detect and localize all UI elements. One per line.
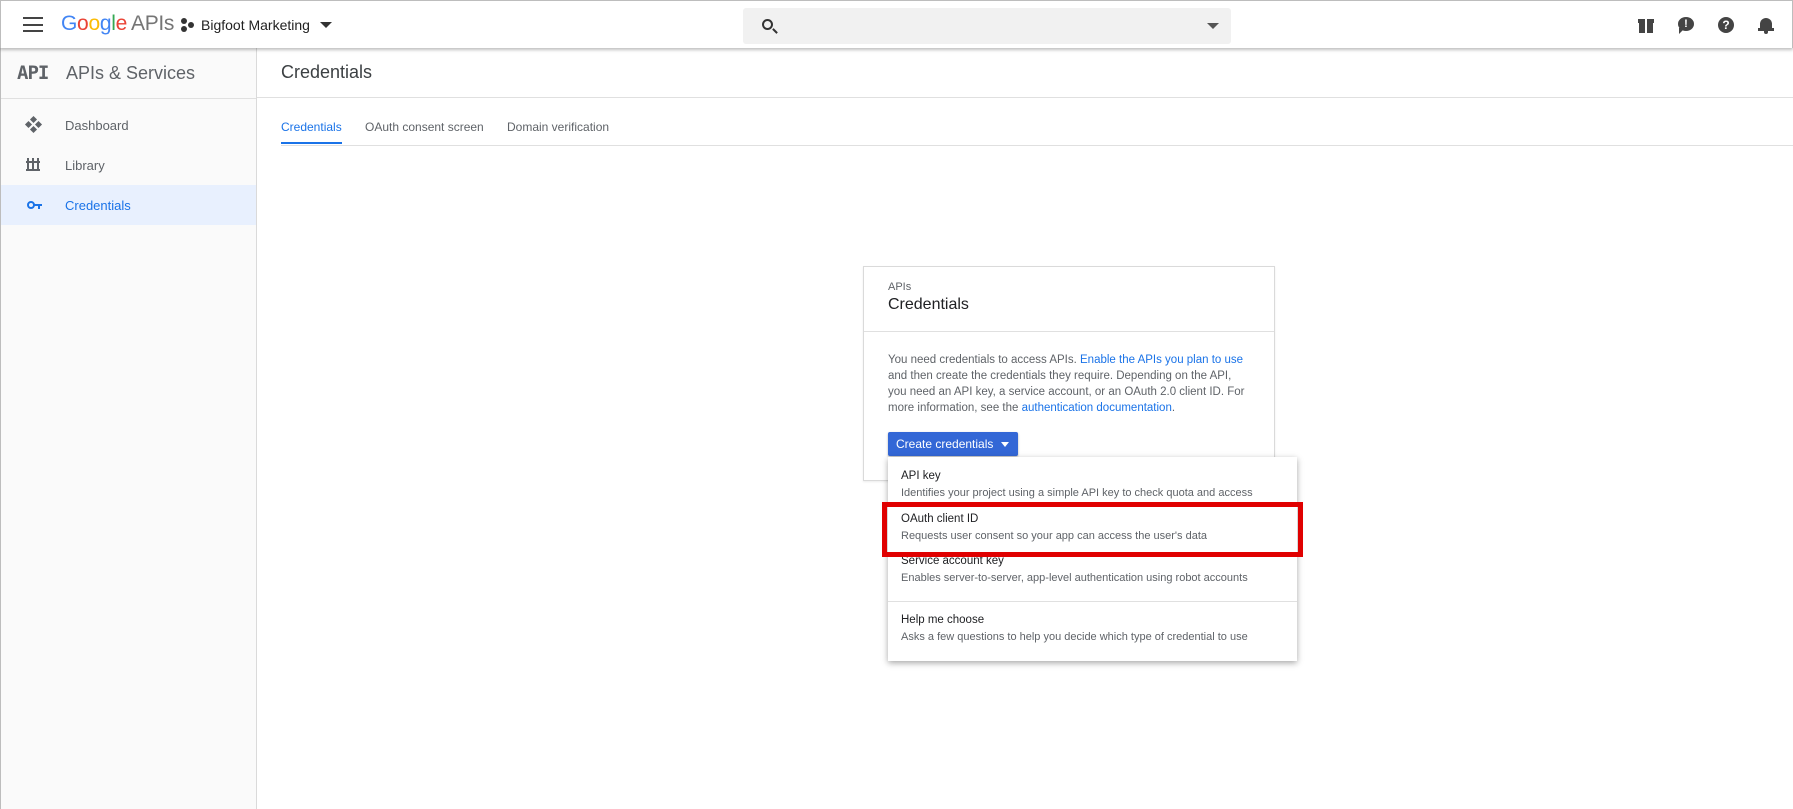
card-description: You need credentials to access APIs. Ena… [864, 332, 1274, 416]
search-input[interactable] [787, 16, 1177, 36]
key-icon [26, 197, 42, 213]
card-text: . [1171, 402, 1176, 414]
left-sidebar: API APIs & Services Dashboard Library Cr… [0, 48, 257, 809]
sidebar-header: API APIs & Services [1, 48, 256, 99]
tab-credentials[interactable]: Credentials [281, 120, 342, 144]
card-title: Credentials [888, 296, 969, 313]
bell-icon[interactable] [1757, 16, 1775, 34]
menu-item-description: Requests user consent so your app can ac… [901, 530, 1207, 542]
page-header: Credentials [257, 48, 1793, 98]
create-credentials-button[interactable]: Create credentials [888, 432, 1018, 456]
help-icon[interactable]: ? [1717, 16, 1735, 34]
search-icon [762, 19, 773, 30]
menu-icon[interactable] [23, 17, 43, 32]
caret-down-icon [1001, 442, 1009, 447]
menu-item-service-account-key[interactable]: Service account key Enables server-to-se… [888, 543, 1297, 601]
sidebar-title: APIs & Services [66, 62, 196, 83]
card-text: You need credentials to access APIs. [888, 354, 1081, 366]
api-logo-icon: API [17, 62, 49, 84]
menu-item-api-key[interactable]: API key Identifies your project using a … [888, 457, 1297, 501]
logo-letter: g [99, 12, 112, 35]
menu-item-description: Enables server-to-server, app-level auth… [901, 572, 1248, 584]
create-credentials-menu: API key Identifies your project using a … [888, 457, 1297, 661]
logo-letter: e [115, 12, 128, 35]
library-icon [26, 157, 42, 173]
sidebar-item-label: Library [65, 157, 105, 173]
menu-item-title: API key [901, 470, 941, 482]
chevron-down-icon [319, 22, 332, 28]
tab-domain-verification[interactable]: Domain verification [507, 120, 609, 142]
logo-letter: G [61, 12, 78, 35]
search-dropdown-icon[interactable] [1207, 23, 1219, 29]
menu-item-title: Help me choose [901, 614, 985, 626]
sidebar-item-label: Credentials [65, 197, 131, 213]
google-apis-logo[interactable]: Google APIs [61, 12, 174, 36]
sidebar-item-library[interactable]: Library [1, 145, 256, 185]
top-app-bar: Google APIs Bigfoot Marketing ! ? [0, 0, 1793, 48]
authentication-docs-link[interactable]: authentication documentation [1022, 402, 1172, 414]
menu-item-help-me-choose[interactable]: Help me choose Asks a few questions to h… [888, 602, 1297, 661]
logo-letter: o [77, 12, 89, 35]
sidebar-item-label: Dashboard [65, 117, 129, 133]
project-name: Bigfoot Marketing [201, 17, 310, 33]
menu-item-description: Identifies your project using a simple A… [901, 487, 1253, 499]
create-credentials-label: Create credentials [896, 437, 994, 451]
credentials-card: APIs Credentials You need credentials to… [863, 266, 1275, 481]
card-kicker: APIs [888, 281, 912, 293]
project-selector[interactable]: Bigfoot Marketing [181, 15, 332, 35]
menu-item-oauth-client-id[interactable]: OAuth client ID Requests user consent so… [888, 501, 1297, 543]
sidebar-item-dashboard[interactable]: Dashboard [1, 105, 256, 145]
tab-oauth-consent-screen[interactable]: OAuth consent screen [365, 120, 484, 142]
feedback-icon[interactable]: ! [1677, 16, 1695, 34]
menu-item-title: Service account key [901, 555, 1004, 567]
logo-suffix: APIs [130, 12, 175, 35]
logo-letter: o [88, 12, 100, 35]
gift-icon[interactable] [1637, 16, 1655, 34]
page-title: Credentials [281, 62, 373, 82]
menu-item-description: Asks a few questions to help you decide … [901, 631, 1248, 643]
search-bar[interactable] [743, 8, 1231, 44]
tab-bar: Credentials OAuth consent screen Domain … [281, 107, 1793, 146]
sidebar-item-credentials[interactable]: Credentials [1, 185, 256, 225]
project-icon [181, 18, 195, 32]
card-header: APIs Credentials [864, 267, 1274, 332]
menu-item-title: OAuth client ID [901, 513, 979, 525]
dashboard-icon [24, 115, 43, 134]
enable-apis-link[interactable]: Enable the APIs you plan to use [1080, 354, 1243, 366]
